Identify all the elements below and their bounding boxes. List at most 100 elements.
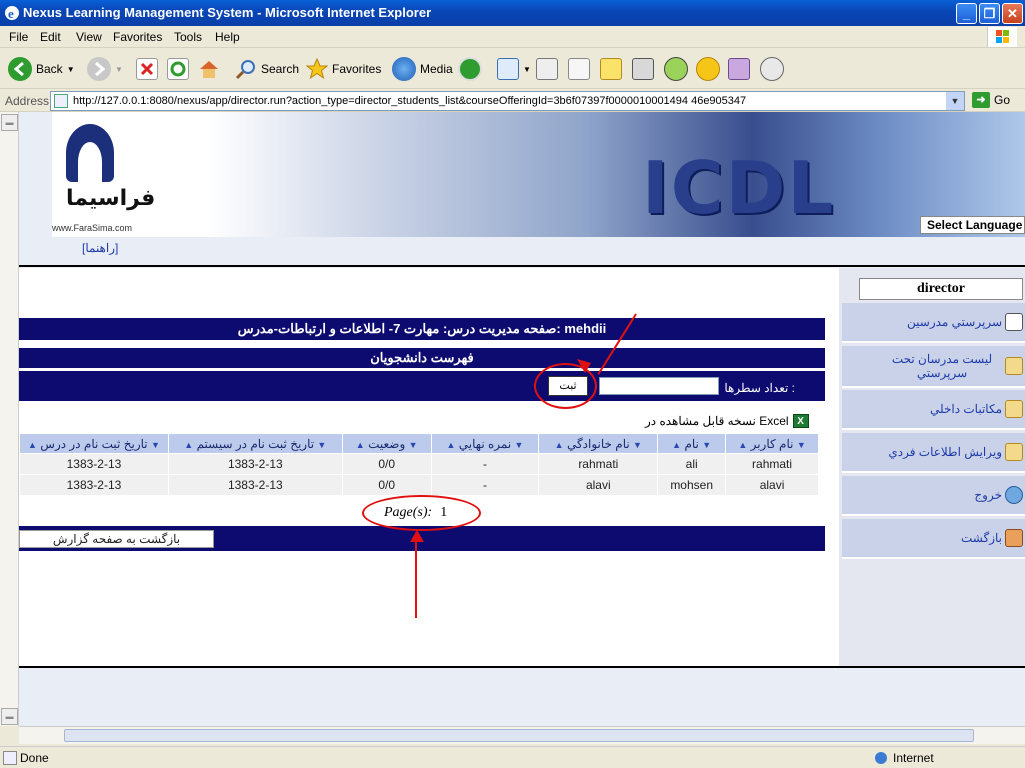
language-select[interactable]: Select Language [920, 216, 1025, 234]
forward-button[interactable]: ▼ [87, 55, 123, 83]
logo-url: www.FaraSima.com [52, 223, 133, 233]
vertical-scrollbar[interactable]: ▬ ▬ [0, 112, 19, 726]
folder-icon [1005, 357, 1023, 375]
scroll-down-button[interactable]: ▬ [1, 708, 18, 725]
logout-icon [1005, 486, 1023, 504]
page-status-icon [3, 751, 17, 765]
course-header: صفحه مديريت درس: مهارت 7- اطلاعات و ارتب… [19, 318, 825, 340]
annotation-arrowhead-pager [410, 530, 424, 542]
favorites-star-icon [305, 57, 329, 80]
svg-text:e: e [8, 6, 14, 21]
window-title-bar: e Nexus Learning Management System - Mic… [0, 0, 1025, 26]
col-status[interactable]: ▲ وضعيت ▼ [341, 433, 432, 454]
restore-button[interactable]: ❐ [979, 3, 1000, 24]
cell-final-grade: - [430, 453, 540, 475]
cell-last-name: alavi [538, 474, 659, 496]
print-button[interactable] [536, 55, 558, 83]
favorites-button[interactable]: Favorites [305, 55, 382, 83]
sidebar-item-label: ويرايش اطلاعات فردي [888, 445, 1002, 459]
envelope-icon [1005, 400, 1023, 418]
chat-button[interactable] [760, 55, 784, 83]
cell-course-date: 1383-2-13 [19, 453, 169, 475]
address-bar: Address http://127.0.0.1:8080/nexus/app/… [0, 90, 1025, 112]
favorites-label: Favorites [332, 62, 382, 76]
menu-favorites[interactable]: Favorites [113, 30, 162, 44]
forward-arrow-icon [87, 57, 111, 81]
rows-input[interactable] [599, 377, 719, 395]
menu-help[interactable]: Help [215, 30, 240, 44]
mail-button[interactable]: ▼ [497, 55, 531, 83]
address-url: http://127.0.0.1:8080/nexus/app/director… [73, 95, 747, 107]
rows-label: تعداد سطرها : [724, 381, 795, 395]
top-divider [19, 265, 1025, 267]
smiley-icon [696, 57, 720, 81]
bottom-divider [19, 666, 1025, 668]
media-button[interactable]: Media [392, 55, 453, 83]
close-box-icon [1005, 313, 1023, 331]
sidebar-item-return[interactable]: بازگشت [842, 519, 1025, 559]
messenger-button[interactable] [664, 55, 688, 83]
window-title: Nexus Learning Management System - Micro… [23, 5, 432, 20]
yahoo-button[interactable] [696, 55, 720, 83]
search-button[interactable]: Search [235, 55, 299, 83]
cell-course-date: 1383-2-13 [19, 474, 169, 496]
history-button[interactable] [458, 55, 482, 83]
sidebar-item-supervise-teachers[interactable]: سرپرستي مدرسين [842, 303, 1025, 343]
col-last-name[interactable]: ▲ نام خانوادگي ▼ [538, 433, 659, 454]
page-icon [54, 94, 68, 108]
mail-dropdown-icon[interactable]: ▼ [523, 65, 531, 74]
refresh-button[interactable] [167, 55, 189, 83]
icdl-brand: ICDL [642, 146, 836, 230]
cell-first-name: ali [657, 453, 727, 475]
discuss-button[interactable] [600, 55, 622, 83]
address-label: Address [5, 94, 50, 108]
horizontal-scroll-thumb[interactable] [64, 729, 974, 742]
stop-button[interactable] [136, 55, 158, 83]
menu-file[interactable]: File [9, 30, 28, 44]
research-button[interactable] [632, 55, 654, 83]
col-course-date[interactable]: ▲ تاريخ ثبت نام در درس ▼ [19, 433, 169, 454]
address-dropdown-icon[interactable]: ▼ [946, 92, 964, 110]
search-label: Search [261, 62, 300, 76]
go-button[interactable]: ➜ Go [972, 92, 1010, 108]
back-to-report-button[interactable]: بازگشت به صفحه گزارش [19, 530, 214, 548]
excel-link[interactable]: نسخه قابل مشاهده در Excel X [645, 414, 809, 428]
cell-username: rahmati [725, 453, 819, 475]
tools-button[interactable] [728, 55, 750, 83]
chat-bubble-icon [760, 57, 784, 81]
home-button[interactable] [198, 55, 220, 83]
scroll-up-button[interactable]: ▬ [1, 114, 18, 131]
cell-first-name: mohsen [657, 474, 727, 496]
edit-button[interactable] [568, 55, 590, 83]
col-first-name[interactable]: ▲ نام ▼ [657, 433, 727, 454]
sidebar-item-teachers-list[interactable]: ليست مدرسان تحت سرپرستي [842, 346, 1025, 388]
logo-text: فراسيما [66, 186, 156, 211]
col-final-grade[interactable]: ▲ نمره نهايي ▼ [430, 433, 540, 454]
history-icon [458, 57, 482, 81]
menu-view[interactable]: View [76, 30, 102, 44]
sidebar-item-logout[interactable]: خروج [842, 476, 1025, 516]
sidebar-item-edit-profile[interactable]: ويرايش اطلاعات فردي [842, 433, 1025, 473]
back-dropdown-icon[interactable]: ▼ [67, 65, 75, 74]
back-button[interactable]: Back ▼ [8, 55, 75, 83]
menu-tools[interactable]: Tools [174, 30, 202, 44]
minimize-button[interactable]: _ [956, 3, 977, 24]
discuss-icon [600, 58, 622, 80]
mail-icon [497, 58, 519, 80]
menu-edit[interactable]: Edit [40, 30, 61, 44]
horizontal-scrollbar[interactable] [19, 726, 1025, 744]
research-icon [632, 58, 654, 80]
sidebar-item-internal-mail[interactable]: مكاتبات داخلي [842, 390, 1025, 430]
cell-status: 0/0 [341, 474, 432, 496]
tools-icon [728, 58, 750, 80]
main-content: صفحه مديريت درس: مهارت 7- اطلاعات و ارتب… [19, 268, 839, 668]
col-system-date[interactable]: ▲ تاريخ ثبت نام در سيستم ▼ [167, 433, 343, 454]
close-button[interactable]: ✕ [1002, 3, 1023, 24]
media-globe-icon [392, 57, 416, 81]
address-input[interactable]: http://127.0.0.1:8080/nexus/app/director… [50, 91, 965, 111]
cell-last-name: rahmati [538, 453, 659, 475]
help-link[interactable]: [راهنما] [82, 241, 118, 255]
sidebar-item-label: مكاتبات داخلي [929, 402, 1002, 416]
go-label: Go [994, 93, 1011, 107]
col-username[interactable]: ▲ نام كاربر ▼ [725, 433, 819, 454]
